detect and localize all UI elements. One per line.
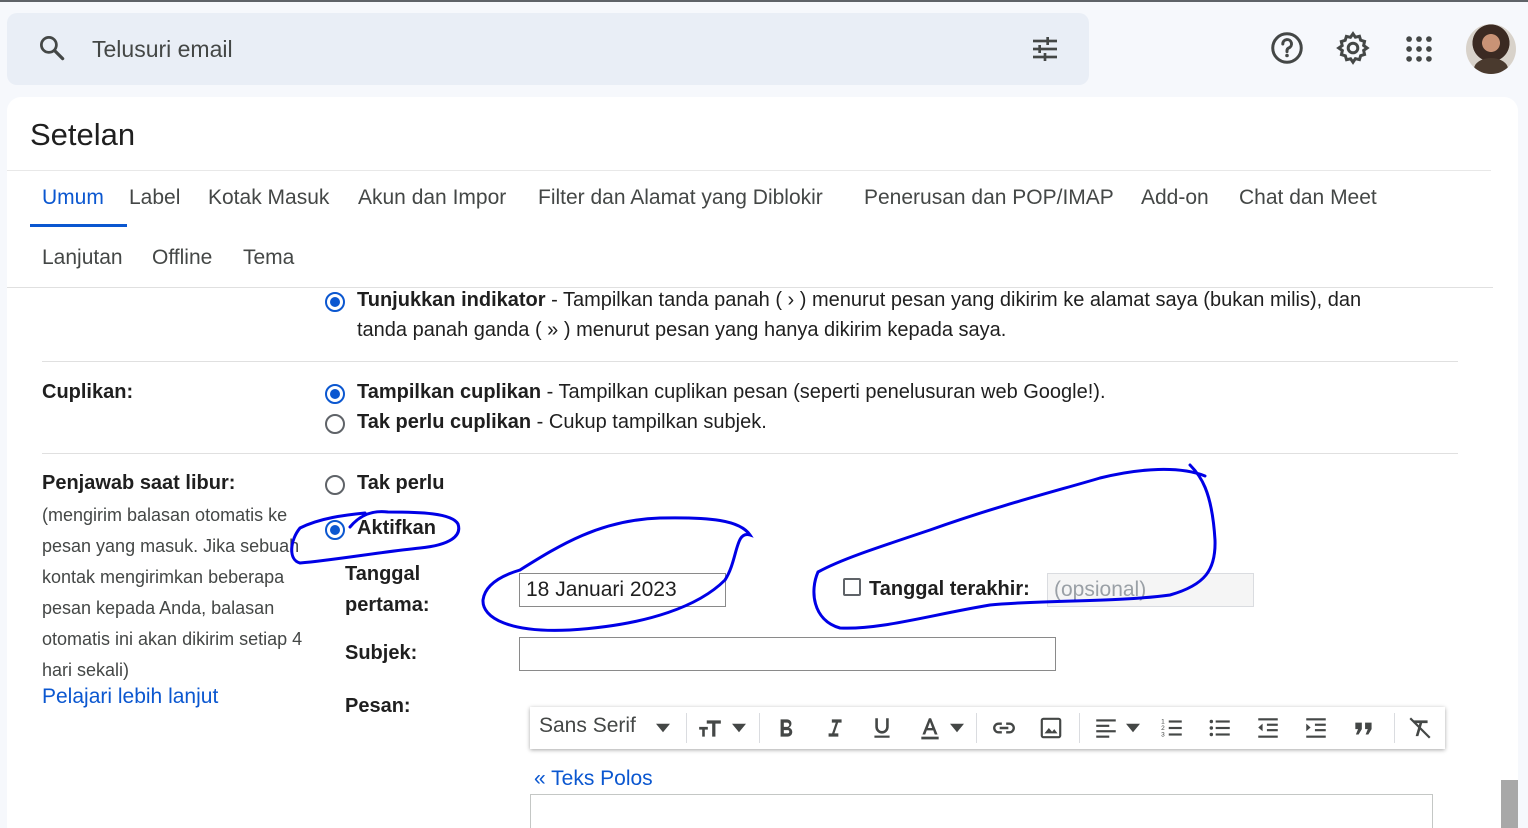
vacation-off-radio[interactable] xyxy=(325,475,345,495)
image-icon[interactable] xyxy=(1038,715,1064,741)
numbered-list-icon[interactable]: 123 xyxy=(1159,715,1185,741)
tabs-divider xyxy=(7,287,1493,288)
tab-filter[interactable]: Filter dan Alamat yang Diblokir xyxy=(538,186,823,210)
snippets-show-option: Tampilkan cuplikan - Tampilkan cuplikan … xyxy=(357,381,1106,404)
subject-input[interactable] xyxy=(519,637,1056,671)
scrollbar-thumb[interactable] xyxy=(1501,780,1518,828)
subject-label: Subjek: xyxy=(345,642,418,664)
toolbar-separator xyxy=(976,713,977,743)
toolbar-separator xyxy=(686,713,687,743)
snippets-none-option: Tak perlu cuplikan - Cukup tampilkan sub… xyxy=(357,411,767,434)
tab-chat-dan-meet[interactable]: Chat dan Meet xyxy=(1239,186,1377,210)
tab-kotak-masuk[interactable]: Kotak Masuk xyxy=(208,186,329,210)
tab-tema[interactable]: Tema xyxy=(243,246,294,270)
window-top-border xyxy=(0,0,1528,2)
tab-label[interactable]: Label xyxy=(129,186,180,210)
settings-panel: Setelan Umum Label Kotak Masuk Akun dan … xyxy=(7,97,1518,828)
settings-gear-icon[interactable] xyxy=(1335,30,1371,66)
bold-icon[interactable] xyxy=(773,715,799,741)
plain-text-link[interactable]: « Teks Polos xyxy=(534,767,653,791)
underline-icon[interactable] xyxy=(869,715,895,741)
indicator-option-title: Tunjukkan indikator xyxy=(357,289,546,311)
tab-add-on[interactable]: Add-on xyxy=(1141,186,1209,210)
svg-text:3: 3 xyxy=(1161,732,1165,739)
quote-icon[interactable] xyxy=(1351,715,1377,741)
indent-more-icon[interactable] xyxy=(1303,715,1329,741)
tab-offline[interactable]: Offline xyxy=(152,246,212,270)
page-title: Setelan xyxy=(30,117,136,152)
bulleted-list-icon[interactable] xyxy=(1207,715,1233,741)
indent-less-icon[interactable] xyxy=(1255,715,1281,741)
link-icon[interactable] xyxy=(990,715,1018,741)
snippets-show-desc: - Tampilkan cuplikan pesan (seperti pene… xyxy=(541,381,1106,403)
apps-grid-icon[interactable] xyxy=(1402,32,1436,66)
first-day-label: Tanggal pertama: xyxy=(345,559,429,621)
vacation-on-label: Aktifkan xyxy=(357,517,436,539)
section-divider xyxy=(42,361,1458,362)
indicator-show-radio[interactable] xyxy=(325,292,345,312)
indicator-option-desc: - Tampilkan tanda panah ( › ) menurut pe… xyxy=(545,289,1362,311)
italic-icon[interactable] xyxy=(821,715,847,741)
snippets-show-radio[interactable] xyxy=(325,384,345,404)
help-icon[interactable] xyxy=(1269,30,1305,66)
font-dropdown-icon[interactable] xyxy=(656,722,670,734)
snippets-none-title: Tak perlu cuplikan xyxy=(357,411,532,433)
indicator-option-line2: tanda panah ganda ( » ) menurut pesan ya… xyxy=(357,319,1007,341)
snippets-label: Cuplikan: xyxy=(42,381,134,403)
account-avatar[interactable] xyxy=(1466,24,1516,74)
first-day-label-line2: pertama: xyxy=(345,594,430,616)
align-icon[interactable] xyxy=(1093,715,1119,741)
tab-lanjutan[interactable]: Lanjutan xyxy=(42,246,123,270)
vacation-on-radio[interactable] xyxy=(325,520,345,540)
vacation-off-label: Tak perlu xyxy=(357,472,445,494)
snippets-show-title: Tampilkan cuplikan xyxy=(357,381,542,403)
snippets-none-desc: - Cukup tampilkan subjek. xyxy=(531,411,767,433)
text-size-icon[interactable] xyxy=(697,715,723,741)
snippets-none-radio[interactable] xyxy=(325,414,345,434)
last-day-input[interactable]: (opsional) xyxy=(1047,573,1254,607)
formatting-toolbar: Sans Serif 123 xyxy=(530,707,1445,749)
search-options-icon[interactable] xyxy=(1029,33,1061,65)
indicator-option-line1: Tunjukkan indikator - Tampilkan tanda pa… xyxy=(357,289,1361,312)
section-divider xyxy=(42,453,1458,454)
search-icon[interactable] xyxy=(37,33,67,63)
tab-umum[interactable]: Umum xyxy=(42,186,104,210)
search-input[interactable]: Telusuri email xyxy=(92,36,233,63)
first-day-label-line1: Tanggal xyxy=(345,563,421,585)
last-day-checkbox[interactable] xyxy=(843,578,861,596)
toolbar-separator xyxy=(1079,713,1080,743)
last-day-label: Tanggal terakhir: xyxy=(869,578,1030,600)
vacation-description: (mengirim balasan otomatis ke pesan yang… xyxy=(42,505,303,680)
toolbar-separator xyxy=(1394,713,1395,743)
text-color-dropdown-icon[interactable] xyxy=(950,722,964,734)
toolbar-separator xyxy=(759,713,760,743)
text-color-icon[interactable] xyxy=(917,715,943,741)
align-dropdown-icon[interactable] xyxy=(1126,722,1140,734)
vacation-label: Penjawab saat libur: xyxy=(42,472,236,494)
first-day-input[interactable]: 18 Januari 2023 xyxy=(519,573,726,607)
font-family-select[interactable]: Sans Serif xyxy=(539,714,636,738)
message-editor[interactable] xyxy=(530,794,1433,828)
remove-formatting-icon[interactable] xyxy=(1406,715,1434,741)
learn-more-link[interactable]: Pelajari lebih lanjut xyxy=(42,685,218,709)
message-label: Pesan: xyxy=(345,695,411,717)
text-size-dropdown-icon[interactable] xyxy=(732,722,746,734)
tab-penerusan[interactable]: Penerusan dan POP/IMAP xyxy=(864,186,1114,210)
title-divider xyxy=(7,170,1491,171)
search-bar[interactable]: Telusuri email xyxy=(7,13,1089,85)
active-tab-indicator xyxy=(30,224,127,227)
tab-akun-dan-impor[interactable]: Akun dan Impor xyxy=(358,186,506,210)
